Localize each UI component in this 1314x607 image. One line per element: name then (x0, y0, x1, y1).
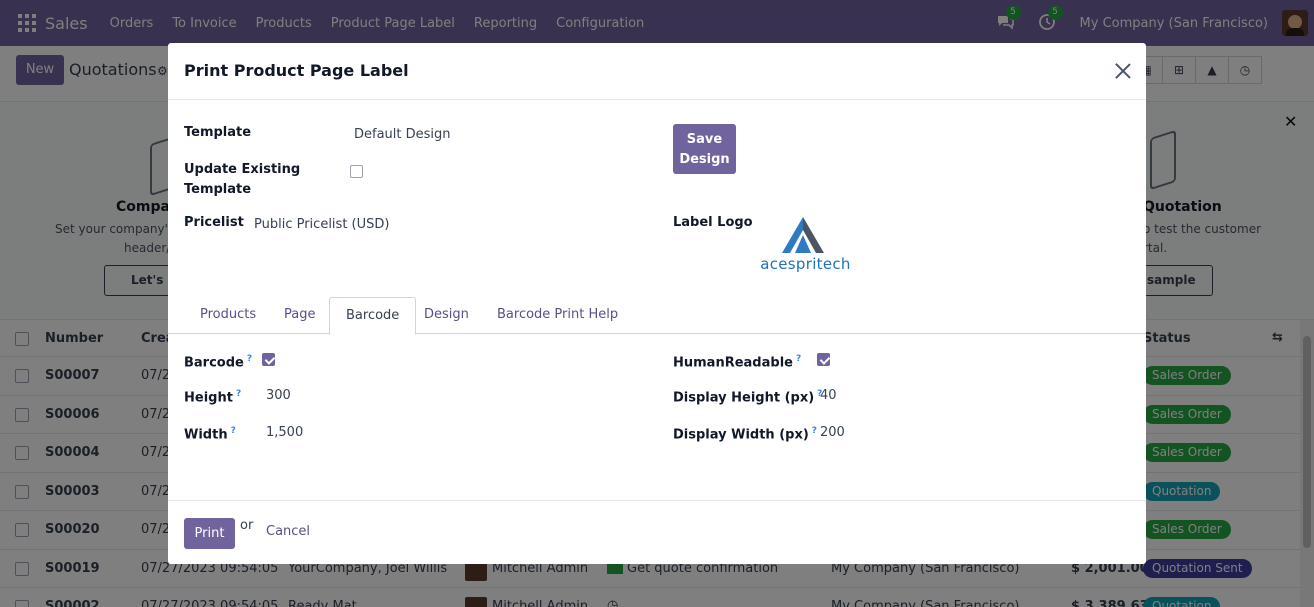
pricelist-field[interactable]: Public Pricelist (USD) (254, 215, 389, 235)
tab-barcode-print-help[interactable]: Barcode Print Help (481, 297, 634, 334)
height-field[interactable]: 300 (266, 386, 291, 406)
or-text: or (240, 518, 254, 533)
save-design-button[interactable]: Save Design (673, 124, 736, 174)
close-icon[interactable] (1114, 62, 1132, 80)
update-template-label-2: Template (184, 182, 252, 197)
human-readable-checkbox[interactable] (817, 353, 830, 366)
display-width-label: Display Width (px)? (673, 426, 818, 443)
save-design-label: Save (686, 132, 723, 147)
dialog-footer: Print or Cancel (168, 500, 1146, 564)
update-template-checkbox[interactable] (350, 165, 363, 178)
print-button[interactable]: Print (184, 518, 235, 549)
dialog-title: Print Product Page Label (184, 61, 409, 80)
tab-barcode[interactable]: Barcode (329, 297, 417, 335)
template-label: Template (184, 125, 252, 140)
display-height-field[interactable]: 40 (820, 386, 837, 406)
display-height-label: Display Height (px)? (673, 389, 823, 406)
barcode-checkbox[interactable] (262, 353, 275, 366)
acespritech-logo-icon (782, 217, 824, 253)
tab-design[interactable]: Design (408, 297, 485, 334)
print-label-dialog: Print Product Page Label Template Defaul… (168, 43, 1146, 564)
update-template-label: Update Existing (184, 162, 301, 177)
logo-text: acespritech (760, 255, 851, 273)
width-field[interactable]: 1,500 (266, 423, 303, 443)
height-label: Height? (184, 389, 242, 406)
barcode-label: Barcode? (184, 354, 253, 371)
tab-products[interactable]: Products (184, 297, 272, 334)
human-readable-label: HumanReadable? (673, 354, 802, 371)
label-logo-image[interactable]: acespritech (758, 215, 853, 275)
pricelist-label: Pricelist (184, 215, 244, 230)
display-width-field[interactable]: 200 (820, 423, 845, 443)
width-label: Width? (184, 426, 236, 443)
tab-page[interactable]: Page (268, 297, 331, 334)
cancel-button[interactable]: Cancel (266, 524, 310, 539)
label-logo-label: Label Logo (673, 215, 753, 230)
dialog-header: Print Product Page Label (168, 43, 1146, 100)
dialog-tabs: Products Page Barcode Design Barcode Pri… (168, 297, 1146, 335)
template-field[interactable]: Default Design (354, 125, 451, 145)
save-design-label-2: Design (679, 152, 730, 167)
